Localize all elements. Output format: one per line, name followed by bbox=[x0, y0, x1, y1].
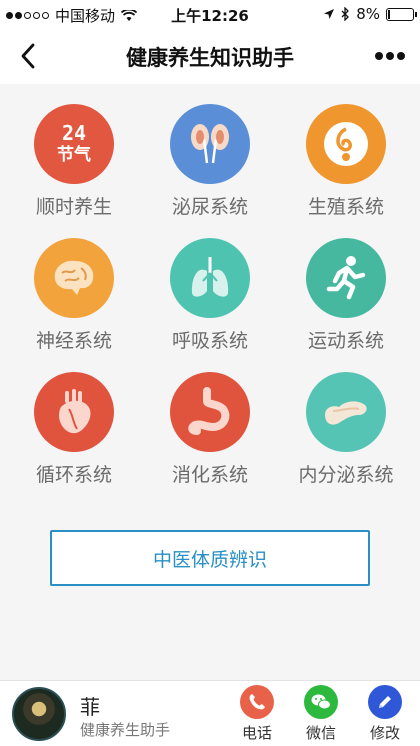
tile-endocrine-system[interactable]: 内分泌系统 bbox=[291, 372, 401, 487]
tile-respiratory-system[interactable]: 呼吸系统 bbox=[155, 238, 265, 353]
more-button[interactable] bbox=[370, 40, 410, 72]
tile-urinary-system[interactable]: 泌尿系统 bbox=[155, 104, 265, 219]
status-bar: 中国移动 上午12:26 8% bbox=[0, 0, 420, 28]
brain-icon bbox=[34, 238, 114, 318]
tile-label: 生殖系统 bbox=[307, 196, 384, 218]
tile-motor-system[interactable]: 运动系统 bbox=[291, 238, 401, 353]
edit-icon bbox=[368, 685, 402, 719]
pancreas-icon bbox=[306, 372, 386, 452]
tile-label: 泌尿系统 bbox=[171, 196, 248, 218]
more-dots-icon bbox=[375, 52, 383, 60]
wechat-button[interactable]: 微信 bbox=[294, 685, 348, 743]
location-arrow-icon bbox=[324, 9, 335, 19]
tile-label: 顺时养生 bbox=[35, 196, 112, 218]
page-title: 健康养生知识助手 bbox=[126, 46, 294, 70]
tile-label: 运动系统 bbox=[307, 330, 384, 352]
solar-terms-icon: 24 节气 bbox=[34, 104, 114, 184]
action-label: 微信 bbox=[305, 724, 336, 742]
user-subtitle: 健康养生助手 bbox=[80, 721, 171, 739]
tile-digestive-system[interactable]: 消化系统 bbox=[155, 372, 265, 487]
tile-reproductive-system[interactable]: 生殖系统 bbox=[291, 104, 401, 219]
tile-label: 循环系统 bbox=[35, 464, 112, 486]
stomach-icon bbox=[170, 372, 250, 452]
battery-icon bbox=[386, 7, 417, 21]
avatar bbox=[12, 687, 66, 741]
running-icon bbox=[306, 238, 386, 318]
battery-percent: 8% bbox=[356, 5, 380, 23]
contact-bar: 菲 健康养生助手 电话 微信 修改 bbox=[0, 680, 420, 746]
user-name: 菲 bbox=[80, 695, 100, 719]
heart-icon bbox=[34, 372, 114, 452]
tile-circulatory-system[interactable]: 循环系统 bbox=[19, 372, 129, 487]
action-label: 电话 bbox=[241, 724, 272, 742]
kidney-icon bbox=[170, 104, 250, 184]
tile-label: 消化系统 bbox=[171, 464, 248, 486]
tile-label: 呼吸系统 bbox=[171, 330, 248, 352]
action-label: 修改 bbox=[369, 724, 400, 742]
lungs-icon bbox=[170, 238, 250, 318]
reproductive-icon bbox=[306, 104, 386, 184]
bluetooth-icon bbox=[341, 7, 350, 21]
tile-label: 神经系统 bbox=[35, 330, 112, 352]
wechat-icon bbox=[304, 685, 338, 719]
edit-button[interactable]: 修改 bbox=[358, 685, 412, 743]
tcm-constitution-button[interactable]: 中医体质辨识 bbox=[50, 530, 370, 586]
tile-seasonal-health[interactable]: 24 节气 顺时养生 bbox=[19, 104, 129, 219]
navigation-bar: 健康养生知识助手 bbox=[0, 28, 420, 84]
tile-label: 内分泌系统 bbox=[298, 464, 394, 486]
phone-button[interactable]: 电话 bbox=[230, 685, 284, 743]
phone-icon bbox=[240, 685, 274, 719]
main-content: 24 节气 顺时养生 泌尿系统 生殖系统 神经系统 呼吸系统 运动系统 循环系统… bbox=[0, 84, 420, 680]
tile-nervous-system[interactable]: 神经系统 bbox=[19, 238, 129, 353]
